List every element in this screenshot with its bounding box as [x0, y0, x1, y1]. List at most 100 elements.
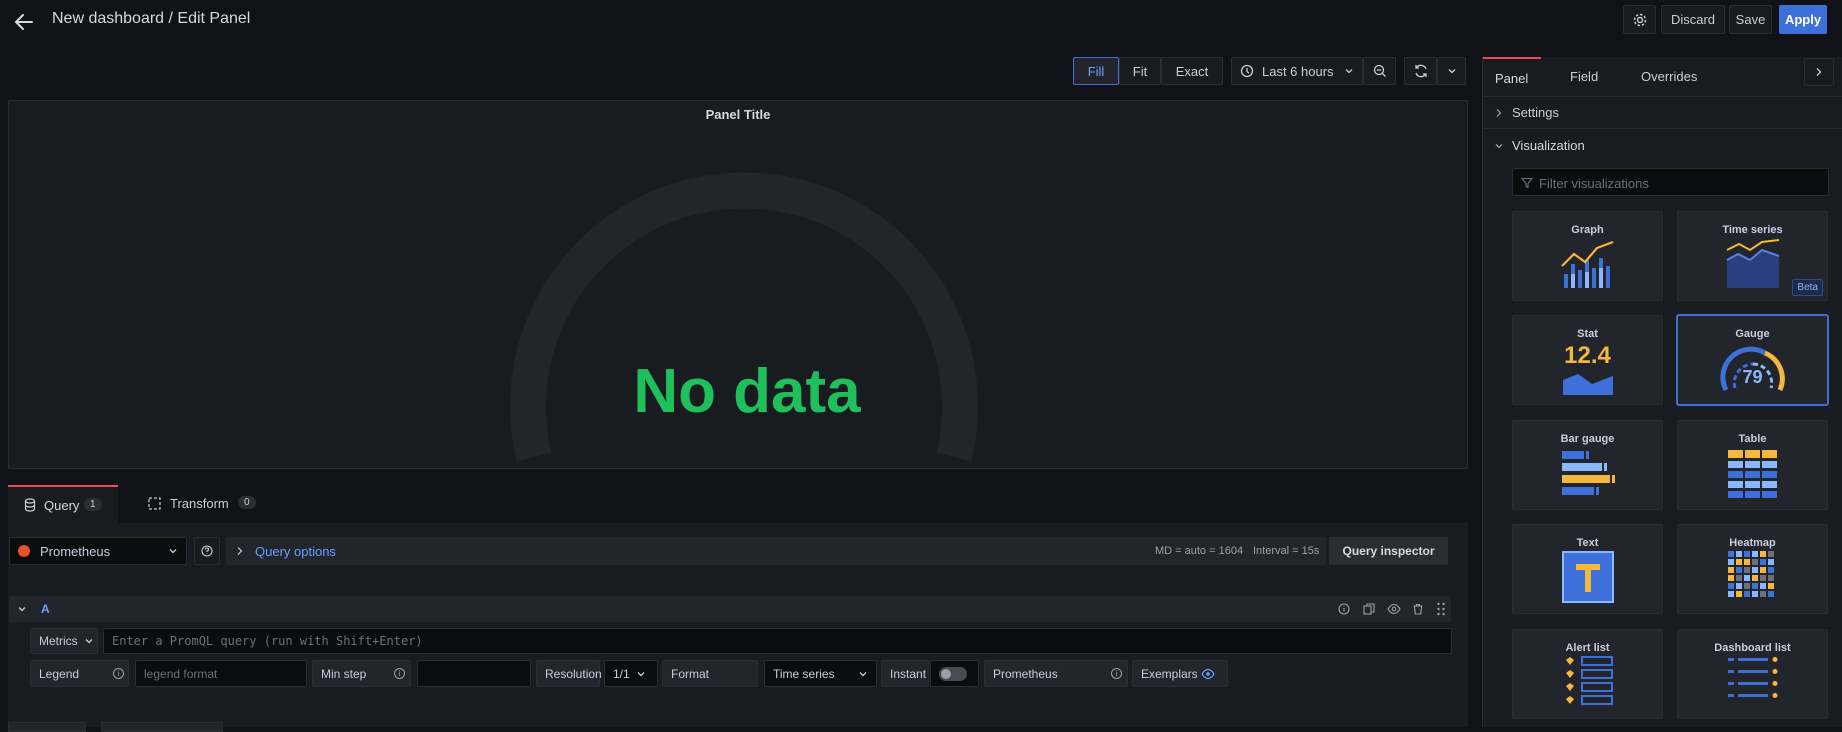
viz-card-label: Time series [1722, 224, 1783, 236]
datasource-name: Prometheus [40, 543, 111, 559]
viz-card-label: Text [1576, 537, 1599, 549]
table-viz-icon [1727, 450, 1777, 498]
help-icon[interactable] [1338, 603, 1350, 615]
refresh-interval-dropdown[interactable] [1437, 57, 1466, 85]
viz-card-stat[interactable]: Stat 12.4 [1512, 315, 1663, 405]
query-options-bar[interactable]: Query options MD = auto = 1604 Interval … [226, 537, 1326, 565]
format-select[interactable]: Time series [764, 660, 877, 687]
format-value: Time series [773, 666, 835, 681]
page-title: New dashboard / Edit Panel [52, 10, 251, 27]
viz-card-gauge[interactable]: Gauge 79 [1677, 315, 1828, 405]
tab-transform[interactable]: Transform 0 [130, 485, 270, 523]
chevron-right-icon [1816, 68, 1822, 76]
duplicate-icon[interactable] [1363, 603, 1375, 615]
heatmap-viz-icon [1727, 551, 1774, 597]
add-query-button-partial[interactable] [8, 722, 86, 732]
refresh-icon [1414, 64, 1427, 78]
collapse-options-button[interactable] [1804, 58, 1834, 86]
zoom-out-button[interactable] [1363, 57, 1396, 85]
chevron-right-icon [237, 547, 243, 555]
info-icon: i [113, 668, 124, 679]
dashboard-settings-button[interactable] [1623, 5, 1656, 34]
tab-query-label: Query [44, 498, 80, 513]
tab-transform-label: Transform [170, 496, 229, 511]
chevron-down-icon [637, 671, 645, 676]
filter-placeholder: Filter visualizations [1539, 176, 1649, 191]
min-step-input[interactable] [417, 660, 531, 687]
tab-panel[interactable]: Panel [1483, 57, 1541, 97]
chevron-down-icon[interactable] [17, 604, 27, 614]
viz-card-graph[interactable]: Graph [1512, 211, 1663, 301]
interval-info: Interval = 15s [1253, 545, 1320, 557]
save-button[interactable]: Save [1729, 5, 1772, 34]
gauge-sample-value: 79 [1742, 367, 1763, 387]
query-ref-id[interactable]: A [41, 602, 50, 616]
query-options-label: Query options [255, 544, 336, 559]
tab-query[interactable]: Query 1 [8, 485, 118, 523]
viz-card-heatmap[interactable]: Heatmap [1677, 524, 1828, 614]
transform-icon [148, 497, 161, 510]
filter-visualizations-input[interactable]: Filter visualizations [1512, 168, 1829, 196]
viz-card-table[interactable]: Table [1677, 420, 1828, 510]
viz-card-time-series[interactable]: Time series Beta [1677, 211, 1828, 301]
fit-button[interactable]: Fit [1119, 57, 1161, 85]
viz-card-alert-list[interactable]: Alert list [1512, 629, 1663, 719]
chevron-down-icon [85, 639, 93, 644]
refresh-button[interactable] [1404, 57, 1437, 85]
add-expression-button-partial[interactable] [101, 722, 223, 732]
metrics-label: Metrics [39, 634, 78, 648]
min-step-label: Min step [321, 666, 367, 681]
dashboard-list-viz-icon [1727, 657, 1777, 698]
viz-card-dashboard-list[interactable]: Dashboard list [1677, 629, 1828, 719]
trash-icon[interactable] [1412, 603, 1424, 615]
eye-icon[interactable] [1387, 603, 1401, 615]
graph-viz-icon [1560, 240, 1613, 288]
viz-card-label: Alert list [1565, 642, 1610, 654]
toggle-switch[interactable] [939, 666, 967, 681]
no-data-text: No data [633, 357, 861, 426]
exemplars-label-box: Exemplars [1132, 660, 1228, 687]
datasource-help-button[interactable] [194, 537, 220, 565]
resolution-select[interactable]: 1/1 [604, 660, 658, 687]
info-icon: i [394, 668, 405, 679]
query-row-header[interactable]: A [9, 596, 1451, 622]
settings-section-header[interactable]: Settings [1483, 97, 1842, 129]
fill-button[interactable]: Fill [1073, 57, 1119, 85]
datasource-picker[interactable]: Prometheus [9, 537, 187, 565]
instant-label-box: Instant [881, 660, 929, 687]
gear-icon [1633, 13, 1646, 26]
query-inspector-button[interactable]: Query inspector [1329, 537, 1448, 565]
visualization-section-header[interactable]: Visualization [1483, 130, 1842, 162]
legend-label-box: Legend i [30, 660, 129, 687]
stat-sample-value: 12.4 [1564, 342, 1611, 369]
chevron-down-icon [169, 549, 177, 554]
exemplars-label: Exemplars [1141, 666, 1198, 681]
promql-query-input[interactable]: Enter a PromQL query (run with Shift+Ent… [103, 628, 1452, 654]
filter-icon [1521, 177, 1533, 189]
transform-count-badge: 0 [238, 496, 256, 509]
tab-panel-label: Panel [1495, 71, 1529, 86]
viz-card-text[interactable]: Text [1512, 524, 1663, 614]
back-arrow-icon[interactable] [12, 10, 36, 34]
chevron-down-icon [1345, 69, 1353, 74]
apply-button[interactable]: Apply [1779, 5, 1827, 34]
eye-icon[interactable] [1201, 668, 1215, 680]
settings-label: Settings [1512, 105, 1559, 120]
viz-card-label: Graph [1571, 224, 1604, 236]
time-range-label: Last 6 hours [1262, 63, 1334, 79]
discard-button[interactable]: Discard [1661, 5, 1725, 34]
tab-field[interactable]: Field [1556, 57, 1612, 97]
exact-button[interactable]: Exact [1161, 57, 1223, 85]
viz-card-bar-gauge[interactable]: Bar gauge [1512, 420, 1663, 510]
legend-label: Legend [39, 666, 80, 681]
metrics-browser-button[interactable]: Metrics [30, 628, 98, 654]
resolution-value: 1/1 [613, 666, 630, 681]
text-viz-icon [1561, 551, 1614, 603]
legend-format-input[interactable]: legend format [135, 660, 307, 687]
drag-handle-icon[interactable] [1436, 602, 1446, 616]
instant-toggle[interactable] [930, 660, 979, 687]
visualization-label: Visualization [1512, 138, 1585, 153]
alert-list-viz-icon [1565, 656, 1613, 705]
tab-overrides[interactable]: Overrides [1627, 57, 1713, 97]
time-range-picker[interactable]: Last 6 hours [1231, 57, 1363, 85]
